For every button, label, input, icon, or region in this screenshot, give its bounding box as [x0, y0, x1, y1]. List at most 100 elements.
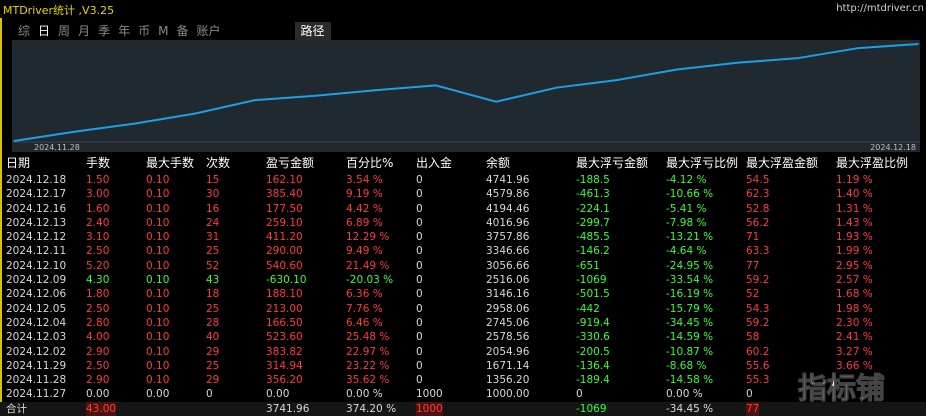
column-header[interactable]: 最大浮盈金额	[746, 155, 818, 172]
cell-lots: 0.00	[86, 388, 110, 401]
cell-lots: 2.90	[86, 374, 110, 387]
cell-pct: 0.00 %	[346, 388, 383, 401]
tab-9[interactable]: 账户	[192, 22, 224, 40]
tab-10[interactable]: 路径	[294, 22, 331, 40]
chart-start-date: 2024.11.28	[34, 143, 80, 152]
column-header[interactable]: 最大浮亏金额	[576, 155, 648, 172]
balance-chart	[12, 40, 920, 152]
tab-2[interactable]: 周	[54, 22, 74, 40]
balance-point	[736, 61, 738, 64]
cell-mflp: -14.59 %	[666, 331, 714, 344]
cell-mfpp: 3.27 %	[836, 345, 873, 358]
total-mflp: -34.45 %	[666, 402, 714, 415]
cell-mfpp: 1.99 %	[836, 245, 873, 258]
cell-mfpp: 2.95 %	[836, 259, 873, 272]
cell-mfpp: 1.40 %	[836, 188, 873, 201]
cell-balance: 2578.56	[486, 331, 530, 344]
column-header[interactable]: 最大浮亏比例	[666, 155, 738, 172]
column-header[interactable]: 余额	[486, 155, 510, 172]
cell-count: 28	[206, 316, 220, 329]
column-header[interactable]: 最大浮盈比例	[836, 155, 908, 172]
cell-lots: 2.50	[86, 245, 110, 258]
cell-io: 0	[416, 316, 423, 329]
table-row[interactable]: 2024.12.02 2.90 0.10 29 383.82 22.97 % 0 2054.9…	[0, 345, 926, 359]
column-header[interactable]: 日期	[6, 155, 30, 172]
table-row[interactable]: 2024.12.09 4.30 0.10 43 -630.10 -20.03 % 0 2516…	[0, 273, 926, 287]
tab-6[interactable]: 币	[134, 22, 154, 40]
tab-5[interactable]: 年	[114, 22, 134, 40]
column-header[interactable]: 百分比%	[346, 155, 393, 172]
table-row[interactable]: 2024.12.05 2.50 0.10 25 213.00 7.76 % 0 2958.06…	[0, 302, 926, 316]
column-header[interactable]: 最大手数	[146, 155, 194, 172]
cell-lots: 2.80	[86, 316, 110, 329]
cell-balance: 2054.96	[486, 345, 530, 358]
table-row[interactable]: 2024.12.17 3.00 0.10 30 385.40 9.19 % 0 4579.86…	[0, 187, 926, 201]
table-header: 日期 手数 最大手数 次数 盈亏金额 百分比% 出入金 余额 最大浮亏金额 最大浮亏比例 最大浮盈金…	[0, 155, 926, 173]
cell-pct: 6.46 %	[346, 316, 383, 329]
cell-pnl: 314.94	[266, 359, 303, 372]
cell-pnl: 188.10	[266, 288, 303, 301]
cell-mfp: 55.3	[746, 374, 770, 387]
cell-date: 2024.12.18	[6, 174, 67, 186]
cell-mfpp: 1.68 %	[836, 288, 873, 301]
column-header[interactable]: 手数	[86, 155, 110, 172]
table-row[interactable]: 2024.12.13 2.40 0.10 24 259.10 6.89 % 0 4016.96…	[0, 216, 926, 230]
cell-maxlots: 0.10	[146, 231, 170, 244]
cell-pnl: 540.60	[266, 259, 303, 272]
cell-mflp: -4.64 %	[666, 245, 707, 258]
table-row[interactable]: 2024.12.04 2.80 0.10 28 166.50 6.46 % 0 2745.06…	[0, 316, 926, 330]
table-row[interactable]: 2024.12.10 5.20 0.10 52 540.60 21.49 % 0 3056.6…	[0, 259, 926, 273]
cell-mfl: -461.3	[576, 188, 610, 201]
column-header[interactable]: 次数	[206, 155, 230, 172]
column-header[interactable]: 盈亏金额	[266, 155, 314, 172]
column-header[interactable]: 出入金	[416, 155, 452, 172]
cell-pnl: 523.60	[266, 331, 303, 344]
tab-7[interactable]: M	[154, 22, 172, 40]
tab-4[interactable]: 季	[94, 22, 114, 40]
table-row[interactable]: 2024.12.03 4.00 0.10 40 523.60 25.48 % 0 2578.5…	[0, 330, 926, 344]
balance-point	[254, 99, 256, 101]
table-row[interactable]: 2024.12.18 1.50 0.10 15 162.10 3.54 % 0 4741.96…	[0, 173, 926, 187]
table-row[interactable]: 2024.12.12 3.10 0.10 31 411.20 12.29 % 0 3757.8…	[0, 230, 926, 244]
cell-mfl: -224.1	[576, 202, 610, 215]
cell-count: 0	[206, 388, 213, 401]
balance-point	[194, 112, 196, 115]
cell-mfp: 59.2	[746, 274, 770, 287]
cell-balance: 2958.06	[486, 302, 530, 315]
cell-maxlots: 0.10	[146, 359, 170, 372]
cell-mfp: 56.2	[746, 216, 770, 229]
cell-balance: 4016.96	[486, 216, 530, 229]
cell-maxlots: 0.10	[146, 259, 170, 272]
table-row[interactable]: 2024.11.29 2.50 0.10 25 314.94 23.22 % 0 1671.1…	[0, 359, 926, 373]
tab-8[interactable]: 备	[172, 22, 192, 40]
tab-0[interactable]: 综	[14, 22, 34, 40]
table-row[interactable]: 2024.12.11 2.50 0.10 25 290.00 9.49 % 0 3346.66…	[0, 244, 926, 258]
balance-point	[615, 79, 618, 81]
table-row[interactable]: 2024.12.16 1.60 0.10 16 177.50 4.42 % 0 4194.46…	[0, 202, 926, 216]
cell-lots: 3.00	[86, 188, 110, 201]
chart-end-date: 2024.12.18	[870, 143, 916, 152]
table-row[interactable]: 2024.11.28 2.90 0.10 29 356.20 35.62 % 0 1356.2…	[0, 373, 926, 387]
cell-mfl: -189.4	[576, 374, 610, 387]
cell-mfpp: 1.19 %	[836, 174, 873, 186]
cell-mfl: -146.2	[576, 245, 610, 258]
cell-mfp: 0	[746, 388, 753, 401]
cell-pnl: 166.50	[266, 316, 303, 329]
cell-pnl: 213.00	[266, 302, 303, 315]
cell-pct: 7.76 %	[346, 302, 383, 315]
cell-maxlots: 0.10	[146, 345, 170, 358]
cell-maxlots: 0.10	[146, 174, 170, 186]
cell-pct: 22.97 %	[346, 345, 390, 358]
cell-io: 0	[416, 188, 423, 201]
tab-1[interactable]: 日	[34, 22, 54, 40]
site-url[interactable]: http://mtdriver.cn	[836, 3, 924, 14]
cell-maxlots: 0.10	[146, 202, 170, 215]
total-mfp: 77	[746, 401, 760, 416]
balance-point	[374, 89, 377, 92]
cell-io: 0	[416, 174, 423, 186]
cell-maxlots: 0.10	[146, 316, 170, 329]
cell-date: 2024.12.12	[6, 231, 67, 244]
table-row[interactable]: 2024.12.06 1.80 0.10 18 188.10 6.36 % 0 3146.16…	[0, 287, 926, 301]
table-row[interactable]: 2024.11.27 0.00 0.00 0 0.00 0.00 % 1000 1000.00…	[0, 387, 926, 401]
tab-3[interactable]: 月	[74, 22, 94, 40]
